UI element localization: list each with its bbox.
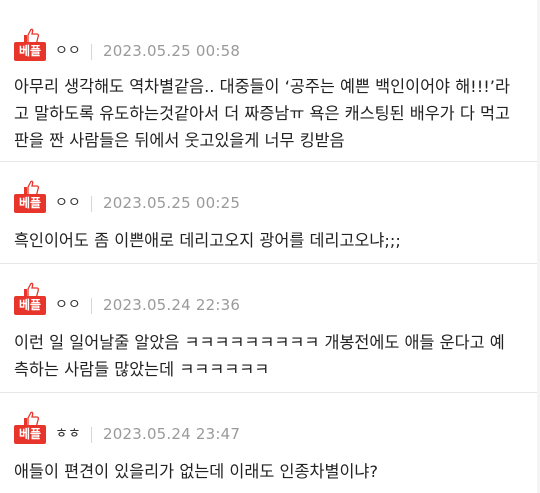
- comment-meta: 베플 ㅇㅇ 2023.05.25 00:58: [14, 28, 528, 62]
- divider: [91, 298, 92, 314]
- best-label: 베플: [14, 425, 46, 444]
- comment-text-line: 측하는 사람들 많았는데 ㅋㅋㅋㅋㅋㅋ: [14, 360, 270, 379]
- comment-text-line: 고 말하도록 유도하는것같아서 더 짜증남ㅠ 욕은 캐스팅된 배우가 다 먹고: [14, 104, 510, 123]
- comment-meta: 베플 ㅎㅎ 2023.05.24 23:47: [14, 411, 528, 445]
- comment-item: 베플 ㅇㅇ 2023.05.25 00:25 흑인이어도 좀 이쁜애로 데리고오…: [0, 162, 540, 264]
- comment-date: 2023.05.24 22:36: [103, 296, 241, 314]
- comment-text: 애들이 편견이 있을리가 없는데 이래도 인종차별이냐?: [14, 445, 528, 485]
- comment-meta: 베플 ㅇㅇ 2023.05.24 22:36: [14, 282, 528, 316]
- thumbs-up-icon: [24, 28, 39, 43]
- author-nickname[interactable]: ㅇㅇ: [55, 296, 81, 315]
- divider: [91, 427, 92, 443]
- comment-text-line: 아무리 생각해도 역차별같음.. 대중들이 ‘공주는 예쁜 백인이어야 해!!!…: [14, 77, 510, 96]
- thumbs-up-icon: [24, 282, 39, 297]
- comment-item: 베플 ㅇㅇ 2023.05.24 22:36 이런 일 일어날줄 알았음 ㅋㅋㅋ…: [0, 264, 540, 393]
- author-nickname[interactable]: ㅇㅇ: [55, 194, 81, 213]
- best-label: 베플: [14, 194, 46, 213]
- divider: [91, 196, 92, 212]
- comment-text: 흑인이어도 좀 이쁜애로 데리고오지 광어를 데리고오냐;;;: [14, 214, 528, 254]
- comment-date: 2023.05.24 23:47: [103, 425, 241, 443]
- comment-text-line: 애들이 편견이 있을리가 없는데 이래도 인종차별이냐?: [14, 462, 379, 481]
- comment-text: 아무리 생각해도 역차별같음.. 대중들이 ‘공주는 예쁜 백인이어야 해!!!…: [14, 62, 528, 154]
- thumbs-up-icon: [24, 411, 39, 426]
- comment-text-line: 이런 일 일어날줄 알았음 ㅋㅋㅋㅋㅋㅋㅋㅋㅋ 개봉전에도 애들 운다고 예: [14, 333, 505, 352]
- best-comment-badge: 베플: [14, 282, 46, 316]
- comment-list: 베플 ㅇㅇ 2023.05.25 00:58 아무리 생각해도 역차별같음.. …: [0, 0, 540, 493]
- comment-item: 베플 ㅇㅇ 2023.05.25 00:58 아무리 생각해도 역차별같음.. …: [0, 0, 540, 162]
- best-label: 베플: [14, 296, 46, 315]
- comment-text-line: 흑인이어도 좀 이쁜애로 데리고오지 광어를 데리고오냐;;;: [14, 231, 401, 250]
- divider: [91, 44, 92, 60]
- best-label: 베플: [14, 42, 46, 61]
- author-nickname[interactable]: ㅇㅇ: [55, 42, 81, 61]
- comment-text: 이런 일 일어날줄 알았음 ㅋㅋㅋㅋㅋㅋㅋㅋㅋ 개봉전에도 애들 운다고 예 측…: [14, 316, 528, 383]
- thumbs-up-icon: [24, 180, 39, 195]
- comment-item: 베플 ㅎㅎ 2023.05.24 23:47 애들이 편견이 있을리가 없는데 …: [0, 393, 540, 493]
- best-comment-badge: 베플: [14, 28, 46, 62]
- best-comment-badge: 베플: [14, 411, 46, 445]
- comment-meta: 베플 ㅇㅇ 2023.05.25 00:25: [14, 180, 528, 214]
- comment-date: 2023.05.25 00:58: [103, 42, 241, 60]
- comment-text-line: 판을 짠 사람들은 뒤에서 웃고있을게 너무 킹받음: [14, 131, 345, 150]
- comment-date: 2023.05.25 00:25: [103, 194, 241, 212]
- best-comment-badge: 베플: [14, 180, 46, 214]
- author-nickname[interactable]: ㅎㅎ: [55, 425, 81, 444]
